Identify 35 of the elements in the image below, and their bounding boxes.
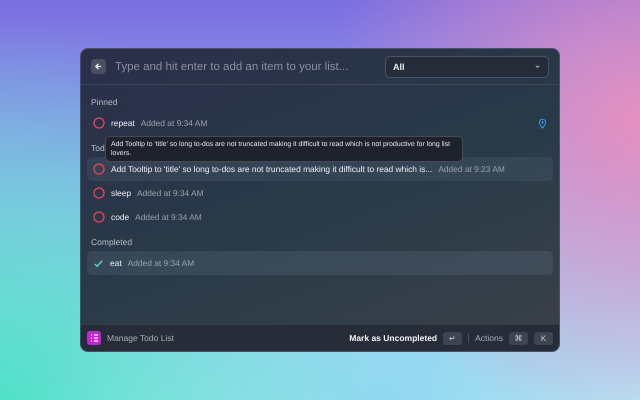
shortcut-key: ⌘ (509, 332, 528, 344)
chevron-icon (534, 63, 541, 70)
filter-dropdown[interactable]: All (385, 56, 549, 78)
back-arrow-icon (94, 62, 103, 71)
todo-item[interactable]: code Added at 9:34 AM (87, 205, 553, 229)
todo-time: Added at 9:34 AM (128, 258, 194, 268)
shortcut-key: K (534, 332, 553, 344)
todo-item[interactable]: sleep Added at 9:34 AM (87, 181, 553, 205)
shortcut-key: ↵ (443, 332, 462, 344)
circle-icon[interactable] (93, 211, 105, 223)
todo-item[interactable]: eat Added at 9:34 AM (87, 251, 553, 275)
todo-time: Added at 9:23 AM (438, 164, 505, 174)
todo-time: Added at 9:34 AM (135, 212, 202, 222)
list-icon (87, 331, 101, 345)
circle-icon[interactable] (93, 163, 105, 175)
todo-title: Add Tooltip to 'title' so long to-dos are not truncated making it difficult to read which is... (111, 164, 432, 174)
todo-item[interactable]: repeat Added at 9:34 AM (87, 111, 553, 135)
todo-item[interactable]: Add Tooltip to 'title' so long to-dos are not truncated making it difficult to read which is... Added at 9:23 AM (87, 157, 553, 181)
search-field[interactable]: Type and hit enter to add an item to your list... (113, 60, 378, 74)
section-heading: Completed (90, 236, 134, 249)
check-icon[interactable] (93, 258, 104, 268)
circle-icon[interactable] (93, 187, 105, 199)
circle-icon[interactable] (93, 117, 105, 129)
extension-title: Manage Todo List (107, 333, 174, 343)
todo-title: repeat (111, 118, 135, 128)
todo-title: code (111, 212, 130, 222)
back-button[interactable] (91, 59, 106, 74)
todo-title: sleep (111, 188, 132, 198)
section-heading: Tod (90, 142, 106, 155)
todo-title: eat (110, 258, 122, 268)
todo-time: Added at 9:34 AM (140, 118, 208, 128)
section-heading: Pinned (90, 96, 118, 109)
mark-uncompleted-button[interactable]: Mark as Uncompleted (349, 333, 438, 343)
todo-time: Added at 9:34 AM (137, 188, 204, 198)
actions-button[interactable]: Actions (475, 333, 503, 343)
